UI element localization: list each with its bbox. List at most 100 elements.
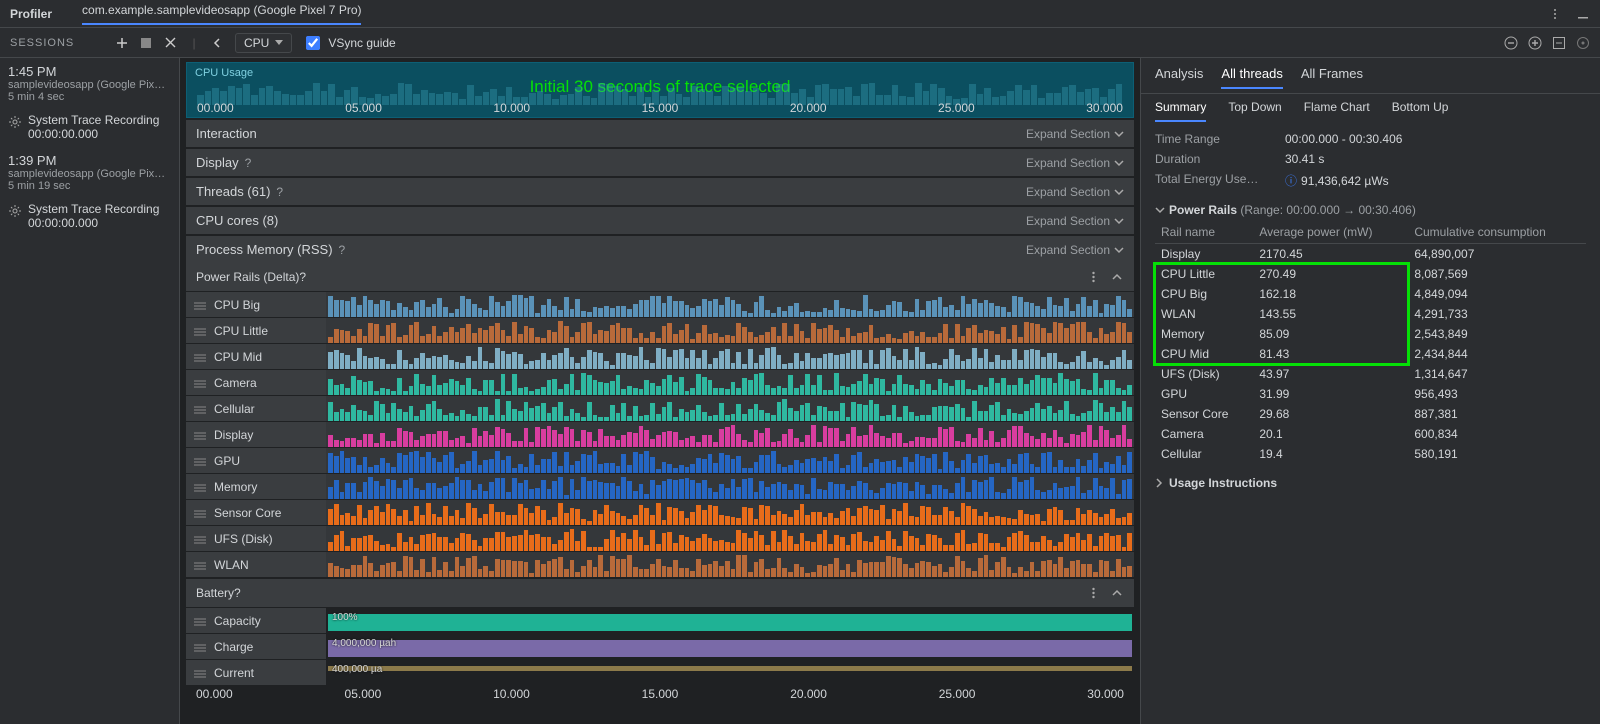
- profiler-type-dropdown[interactable]: CPU: [235, 33, 292, 53]
- section-row[interactable]: CPU cores (8) Expand Section: [186, 206, 1134, 234]
- legend-item[interactable]: GPU: [186, 447, 326, 473]
- legend-item[interactable]: CPU Mid: [186, 343, 326, 369]
- settings-icon[interactable]: [1576, 36, 1590, 50]
- process-tab[interactable]: com.example.samplevideosapp (Google Pixe…: [82, 3, 361, 25]
- power-rails-header[interactable]: Power Rails (Delta) ?: [186, 263, 1134, 291]
- table-row[interactable]: Sensor Core 29.68 887,381: [1155, 404, 1586, 424]
- legend-item[interactable]: WLAN: [186, 551, 326, 577]
- minimize-icon[interactable]: [1576, 7, 1590, 21]
- expand-section-button[interactable]: Expand Section: [1026, 185, 1124, 199]
- help-icon[interactable]: ?: [245, 156, 252, 170]
- info-icon[interactable]: ⓘ: [1285, 174, 1297, 188]
- expand-section-button[interactable]: Expand Section: [1026, 214, 1124, 228]
- table-header[interactable]: Average power (mW): [1253, 221, 1408, 244]
- table-row[interactable]: CPU Little 270.49 8,087,569: [1155, 264, 1586, 284]
- inspector-tab[interactable]: Analysis: [1155, 66, 1203, 89]
- table-row[interactable]: GPU 31.99 956,493: [1155, 384, 1586, 404]
- session-item[interactable]: 1:45 PM samplevideosapp (Google Pixel … …: [8, 64, 171, 103]
- recording-item[interactable]: System Trace Recording 00:00:00.000: [8, 202, 171, 230]
- vsync-checkbox-input[interactable]: [306, 36, 320, 50]
- power-rail-track[interactable]: [326, 343, 1134, 369]
- power-rail-track[interactable]: [326, 369, 1134, 395]
- table-header[interactable]: Rail name: [1155, 221, 1253, 244]
- power-rail-track[interactable]: [326, 447, 1134, 473]
- power-rail-track[interactable]: [326, 551, 1134, 577]
- session-item[interactable]: 1:39 PM samplevideosapp (Google Pixel … …: [8, 153, 171, 192]
- collapse-icon[interactable]: [1110, 270, 1124, 284]
- collapse-icon[interactable]: [1110, 586, 1124, 600]
- more-icon[interactable]: [1086, 270, 1100, 284]
- legend-item[interactable]: Display: [186, 421, 326, 447]
- table-row[interactable]: CPU Mid 81.43 2,434,844: [1155, 344, 1586, 364]
- table-row[interactable]: Display 2170.45 64,890,007: [1155, 244, 1586, 265]
- rail-power: 85.09: [1253, 324, 1408, 344]
- menu-dots-icon[interactable]: [1548, 7, 1562, 21]
- zoom-in-icon[interactable]: [1528, 36, 1542, 50]
- legend-item[interactable]: Camera: [186, 369, 326, 395]
- track-icon: [194, 508, 206, 518]
- battery-track-label: 400,000 µa: [332, 664, 382, 675]
- legend-item[interactable]: Charge: [186, 633, 326, 659]
- help-icon[interactable]: ?: [276, 185, 283, 199]
- legend-item[interactable]: UFS (Disk): [186, 525, 326, 551]
- expand-section-button[interactable]: Expand Section: [1026, 243, 1124, 257]
- section-row[interactable]: Display ? Expand Section: [186, 148, 1134, 176]
- divider: |: [187, 36, 201, 50]
- expand-section-button[interactable]: Expand Section: [1026, 156, 1124, 170]
- battery-tracks[interactable]: 100% 4,000,000 µah 400,000 µa: [326, 607, 1134, 685]
- legend-item[interactable]: Memory: [186, 473, 326, 499]
- help-icon[interactable]: ?: [234, 586, 241, 600]
- table-row[interactable]: UFS (Disk) 43.97 1,314,647: [1155, 364, 1586, 384]
- recording-item[interactable]: System Trace Recording 00:00:00.000: [8, 113, 171, 141]
- table-row[interactable]: Camera 20.1 600,834: [1155, 424, 1586, 444]
- table-row[interactable]: Cellular 19.4 580,191: [1155, 444, 1586, 464]
- legend-item[interactable]: Sensor Core: [186, 499, 326, 525]
- section-row[interactable]: Process Memory (RSS) ? Expand Section: [186, 235, 1134, 263]
- vsync-checkbox[interactable]: VSync guide: [302, 33, 395, 53]
- section-row[interactable]: Threads (61) ? Expand Section: [186, 177, 1134, 205]
- property-key: Time Range: [1155, 132, 1285, 146]
- inspector-subtab[interactable]: Top Down: [1228, 100, 1281, 122]
- battery-track[interactable]: 4,000,000 µah: [326, 633, 1134, 659]
- legend-item[interactable]: Cellular: [186, 395, 326, 421]
- battery-header[interactable]: Battery ?: [186, 579, 1134, 607]
- table-header[interactable]: Cumulative consumption: [1408, 221, 1586, 244]
- table-row[interactable]: CPU Big 162.18 4,849,094: [1155, 284, 1586, 304]
- usage-instructions[interactable]: Usage Instructions: [1141, 464, 1600, 502]
- inspector-subtab[interactable]: Bottom Up: [1392, 100, 1449, 122]
- battery-track[interactable]: 100%: [326, 607, 1134, 633]
- battery-track[interactable]: 400,000 µa: [326, 659, 1134, 673]
- zoom-fit-icon[interactable]: [1552, 36, 1566, 50]
- add-session-icon[interactable]: [115, 36, 129, 50]
- legend-item[interactable]: CPU Big: [186, 291, 326, 317]
- inspector-subtab[interactable]: Flame Chart: [1304, 100, 1370, 122]
- help-icon[interactable]: ?: [299, 270, 306, 284]
- power-rail-track[interactable]: [326, 473, 1134, 499]
- cpu-usage-strip[interactable]: CPU Usage Initial 30 seconds of trace se…: [186, 62, 1134, 118]
- inspector-subtab[interactable]: Summary: [1155, 100, 1206, 122]
- power-rail-track[interactable]: [326, 421, 1134, 447]
- zoom-out-icon[interactable]: [1504, 36, 1518, 50]
- table-row[interactable]: Memory 85.09 2,543,849: [1155, 324, 1586, 344]
- back-icon[interactable]: [211, 36, 225, 50]
- power-rail-track[interactable]: [326, 525, 1134, 551]
- toolbar: SESSIONS | CPU VSync guide: [0, 28, 1600, 58]
- expand-section-button[interactable]: Expand Section: [1026, 127, 1124, 141]
- power-rail-track[interactable]: [326, 317, 1134, 343]
- power-rails-table-header[interactable]: Power Rails (Range: 00:00.000 → 00:30.40…: [1141, 193, 1600, 221]
- power-rail-track[interactable]: [326, 499, 1134, 525]
- legend-item[interactable]: CPU Little: [186, 317, 326, 343]
- stop-icon[interactable]: [139, 36, 153, 50]
- legend-item[interactable]: Capacity: [186, 607, 326, 633]
- legend-item[interactable]: Current: [186, 659, 326, 685]
- section-row[interactable]: Interaction Expand Section: [186, 119, 1134, 147]
- inspector-tab[interactable]: All threads: [1221, 66, 1282, 89]
- power-rails-tracks[interactable]: [326, 291, 1134, 577]
- more-icon[interactable]: [1086, 586, 1100, 600]
- close-icon[interactable]: [163, 36, 177, 50]
- help-icon[interactable]: ?: [339, 243, 346, 257]
- table-row[interactable]: WLAN 143.55 4,291,733: [1155, 304, 1586, 324]
- power-rail-track[interactable]: [326, 395, 1134, 421]
- power-rail-track[interactable]: [326, 291, 1134, 317]
- inspector-tab[interactable]: All Frames: [1301, 66, 1363, 89]
